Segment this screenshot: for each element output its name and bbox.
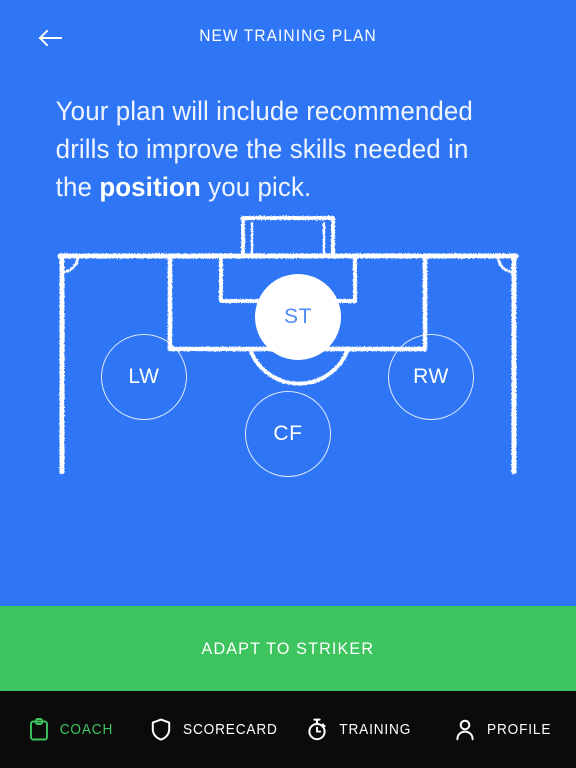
position-label-rw: RW — [413, 365, 449, 388]
app-header: NEW TRAINING PLAN — [0, 0, 576, 76]
position-option-cf[interactable]: CF — [245, 391, 331, 477]
cta-label: ADAPT TO STRIKER — [201, 638, 375, 658]
app-screen: NEW TRAINING PLAN Your plan will include… — [0, 0, 576, 768]
position-label-lw: LW — [128, 365, 160, 388]
position-option-st[interactable]: ST — [255, 274, 341, 360]
intro-line-1: Your plan will include recommended — [55, 96, 473, 126]
nav-label-training: TRAINING — [339, 721, 412, 738]
intro-text: Your plan will include recommended drill… — [0, 76, 553, 206]
nav-label-coach: COACH — [59, 721, 114, 738]
nav-label-profile: PROFILE — [487, 721, 552, 738]
position-option-lw[interactable]: LW — [101, 334, 187, 420]
position-option-rw[interactable]: RW — [388, 334, 474, 420]
position-label-cf: CF — [273, 422, 303, 445]
page-title: NEW TRAINING PLAN — [199, 27, 377, 45]
position-label-st: ST — [283, 305, 313, 328]
pitch-area: LW ST RW CF — [0, 206, 576, 606]
intro-emphasis: position — [99, 172, 201, 202]
intro-line-3: you pick. — [200, 172, 312, 202]
nav-label-scorecard: SCORECARD — [183, 721, 278, 738]
